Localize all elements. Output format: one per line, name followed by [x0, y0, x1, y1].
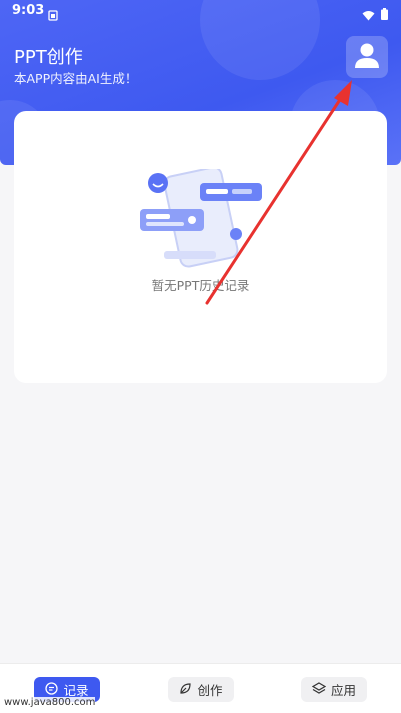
page-title: PPT创作: [14, 47, 83, 68]
tab-create[interactable]: 创作: [168, 677, 234, 702]
status-time: 9:03: [12, 3, 45, 18]
empty-state-illustration: [134, 166, 269, 274]
page-subtitle: 本APP内容由AI生成！: [14, 71, 138, 86]
watermark-text: www.java800.com: [4, 697, 96, 708]
tab-create-label: 创作: [197, 683, 223, 698]
tab-apps[interactable]: 应用: [301, 677, 367, 702]
tab-apps-label: 应用: [330, 683, 356, 698]
wifi-icon: [362, 6, 375, 25]
user-icon: [353, 41, 381, 73]
sim-card-icon: [48, 6, 58, 25]
battery-icon: [381, 5, 388, 24]
profile-button[interactable]: [346, 36, 388, 78]
layers-icon: [311, 681, 327, 698]
leaf-icon: [179, 682, 192, 698]
empty-state-text: 暂无PPT历史记录: [151, 278, 250, 293]
status-bar: 9:03: [0, 0, 401, 24]
message-icon: [45, 681, 59, 698]
history-card: 暂无PPT历史记录: [14, 111, 387, 383]
